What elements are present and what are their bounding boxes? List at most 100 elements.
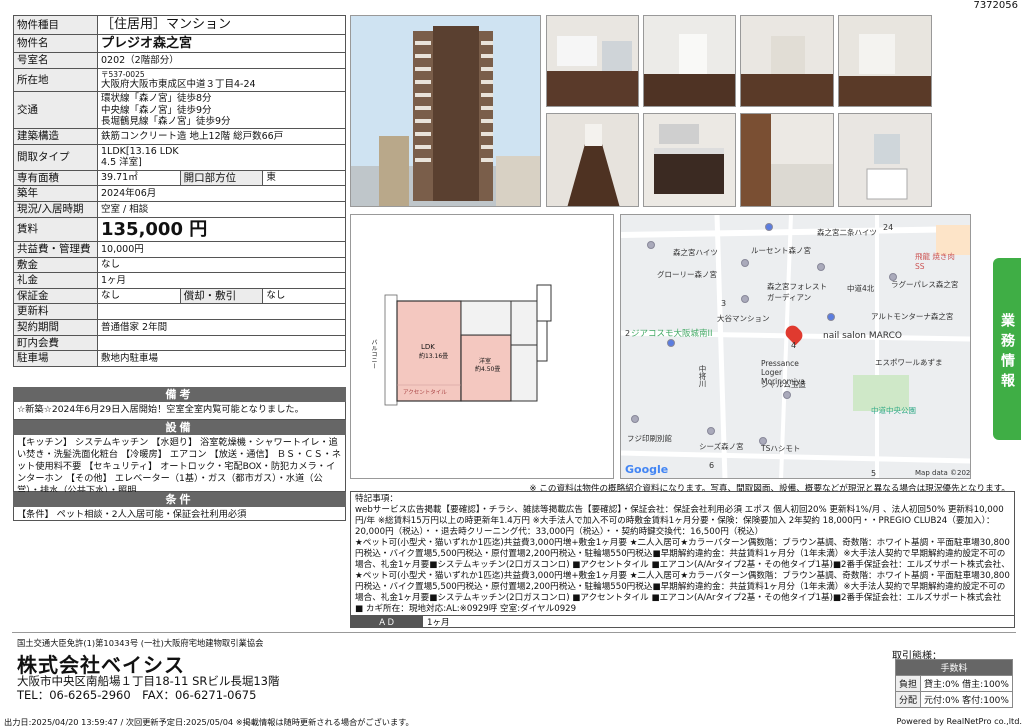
spec-label: 物件種目	[13, 15, 98, 35]
spec-value	[97, 334, 346, 352]
spec-label: 共益費・管理費	[13, 241, 98, 258]
spec-row: 所在地 〒537-0025 大阪府大阪市東成区中道３丁目4-24	[13, 67, 346, 93]
spec-label: 駐車場	[13, 350, 98, 367]
spec-row: 駐車場 敷地内駐車場	[13, 350, 346, 367]
spec-row: 築年 2024年06月	[13, 185, 346, 202]
map-label: グローリー森ノ宮	[657, 270, 717, 279]
map-label: ルーセント森ノ宮	[751, 246, 811, 255]
location-map[interactable]: 森之宮ハイツ ルーセント森ノ宮 グローリー森ノ宮 森之宮フォレスト ガーディアン…	[620, 214, 971, 479]
spec-value: プレジオ森之宮	[97, 33, 346, 54]
spec-value: 環状線「森ノ宮」徒歩8分 中央線「森ノ宮」徒歩9分 長堀鶴見線「森ノ宮」徒歩9分	[97, 91, 346, 130]
fee-title: 手数料	[895, 659, 1013, 676]
spec-row: 町内会費	[13, 334, 346, 352]
spec-label: 現況/入居時期	[13, 200, 98, 218]
map-label: 森之宮ハイツ	[673, 248, 718, 257]
spec-value: 1ヶ月	[97, 272, 346, 289]
fee-row-value: 貸主:0% 借主:100%	[920, 675, 1013, 692]
spec-row: 保証金 なし 償却・敷引 なし	[13, 287, 346, 305]
remarks-paragraph: ■ カギ所在：現地対応:AL:※0929呼 空室:ダイヤル0929	[355, 604, 577, 614]
remarks-paragraph: ★ペット可(小型犬・猫いずれか1匹迄)共益費3,000円増+敷金1ヶ月要 ★二人…	[355, 538, 1010, 603]
spec-label: 開口部方位	[179, 169, 264, 187]
remarks-title: 特記事項：	[355, 494, 398, 504]
spec-value: なし	[97, 256, 346, 274]
map-label: 森之宮二条ハイツ	[817, 228, 877, 237]
spec-value: 敷地内駐車場	[97, 350, 346, 367]
map-label: アルトモンターナ森之宮	[871, 312, 954, 321]
spec-row: 共益費・管理費 10,000円	[13, 241, 346, 258]
spec-label: 物件名	[13, 33, 98, 54]
interior-photo-8[interactable]	[838, 113, 932, 207]
ad-row: ＡＤ 1ヶ月	[350, 616, 1015, 628]
setsubi-text: 【キッチン】 システムキッチン 【水廻り】 浴室乾燥機・シャワートイレ・追い焚き…	[13, 435, 346, 496]
building-icon	[351, 26, 540, 206]
ad-label: ＡＤ	[351, 616, 423, 628]
spec-label: 専有面積	[13, 169, 98, 187]
company-contact: TEL：06-6265-2960 FAX：06-6271-0675	[17, 688, 257, 702]
spec-label: 礼金	[13, 272, 98, 289]
balcony-label: バルコニー	[370, 339, 377, 369]
building-exterior-photo[interactable]	[350, 15, 541, 207]
spec-row: 間取タイプ 1LDK[13.16 LDK 4.5 洋室]	[13, 143, 346, 171]
spec-row: 契約期間 普通借家 2年間	[13, 319, 346, 336]
spec-value: 空室 / 相談	[97, 200, 346, 218]
map-label: シャルム玉造	[761, 380, 806, 389]
spec-value: 10,000円	[97, 241, 346, 258]
google-logo: Google	[625, 463, 669, 476]
joken-header: 条件	[13, 492, 346, 507]
spec-row: 建築構造 鉄筋コンクリート造 地上12階 総戸数66戸	[13, 128, 346, 145]
spec-row: 現況/入居時期 空室 / 相談	[13, 200, 346, 218]
spec-label: 築年	[13, 185, 98, 202]
interior-photo-5[interactable]	[546, 113, 639, 207]
fee-row-value: 元付:0% 客付:100%	[920, 691, 1013, 708]
biko-text: ☆新築☆2024年6月29日入居開始！空室全室内覧可能となりました。	[13, 402, 346, 420]
spec-label: 町内会費	[13, 334, 98, 352]
remarks-paragraph: webサービス広告掲載【要確認】・チラシ、雑誌等掲載広告【要確認】・保証会社：保…	[355, 505, 1004, 537]
footer: 国土交通大臣免許(1)第10343号 (一社)大阪府宅地建物取引業協会 株式会社…	[12, 632, 1016, 712]
interior-photo-3[interactable]	[740, 15, 834, 107]
spec-value: 鉄筋コンクリート造 地上12階 総戸数66戸	[97, 128, 346, 145]
remarks-body: webサービス広告掲載【要確認】・チラシ、雑誌等掲載広告【要確認】・保証会社：保…	[355, 505, 1010, 615]
interior-photo-1[interactable]	[546, 15, 639, 107]
property-spec-table: 物件種目 ［住居用］マンション 物件名 プレジオ森之宮 号室名 0202（2階部分） 所在地…	[13, 15, 346, 367]
map-label: TSハシモト	[761, 444, 801, 453]
spec-label: 賃料	[13, 216, 98, 243]
spec-value: 〒537-0025 大阪府大阪市東成区中道３丁目4-24	[97, 67, 346, 93]
spec-value: 普通借家 2年間	[97, 319, 346, 336]
spec-row: 敷金 なし	[13, 256, 346, 274]
setsubi-header: 設備	[13, 420, 346, 435]
map-label: 24	[883, 223, 894, 232]
map-label: 森之宮フォレスト ガーディアン	[767, 282, 827, 302]
spec-row: 号室名 0202（2階部分）	[13, 52, 346, 69]
spec-value: 39.71㎡	[97, 169, 181, 187]
spec-label: 建築構造	[13, 128, 98, 145]
spec-row: 更新料	[13, 303, 346, 321]
map-label: ジアコスモ大阪城南II	[631, 329, 713, 339]
gyomu-joho-tab[interactable]: 業務情報	[993, 258, 1021, 440]
spec-value: 0202（2階部分）	[97, 52, 346, 69]
spec-row: 交通 環状線「森ノ宮」徒歩8分 中央線「森ノ宮」徒歩9分 長堀鶴見線「森ノ宮」徒歩9分	[13, 91, 346, 130]
spec-row: 物件種目 ［住居用］マンション	[13, 15, 346, 35]
map-credit: Map data ©2024	[915, 469, 971, 477]
map-label: 大谷マンション	[717, 314, 770, 323]
map-label: 4	[791, 341, 797, 350]
map-label: 中道4北	[847, 284, 875, 293]
map-label: シーズ森ノ宮	[699, 442, 744, 451]
fee-row-label: 負担	[894, 675, 922, 692]
interior-photo-7[interactable]	[740, 113, 834, 207]
spec-value: なし	[262, 287, 346, 305]
interior-photo-2[interactable]	[643, 15, 736, 107]
map-label: 中将川	[698, 365, 707, 388]
interior-photo-6[interactable]	[643, 113, 736, 207]
joken-text: 【条件】 ペット相談・2人入居可能・保証会社利用必須	[13, 507, 346, 521]
floor-plan[interactable]: バルコニー LDK 約13.16畳 洋室 約4.50畳 アクセントタイル	[350, 214, 614, 479]
map-label: ラグーパレス森之宮	[891, 280, 959, 289]
bottom-bar: 出力日:2025/04/20 13:59:47 / 次回更新予定日:2025/0…	[4, 716, 1022, 728]
spec-row: 礼金 1ヶ月	[13, 272, 346, 289]
interior-photo-4[interactable]	[838, 15, 932, 107]
spec-label: 償却・敷引	[179, 287, 264, 305]
spec-label: 間取タイプ	[13, 143, 98, 171]
output-date: 出力日:2025/04/20 13:59:47 / 次回更新予定日:2025/0…	[4, 717, 414, 727]
map-label: 3	[721, 299, 727, 308]
map-label: 5	[871, 469, 877, 478]
map-label: nail salon MARCO	[823, 331, 902, 341]
